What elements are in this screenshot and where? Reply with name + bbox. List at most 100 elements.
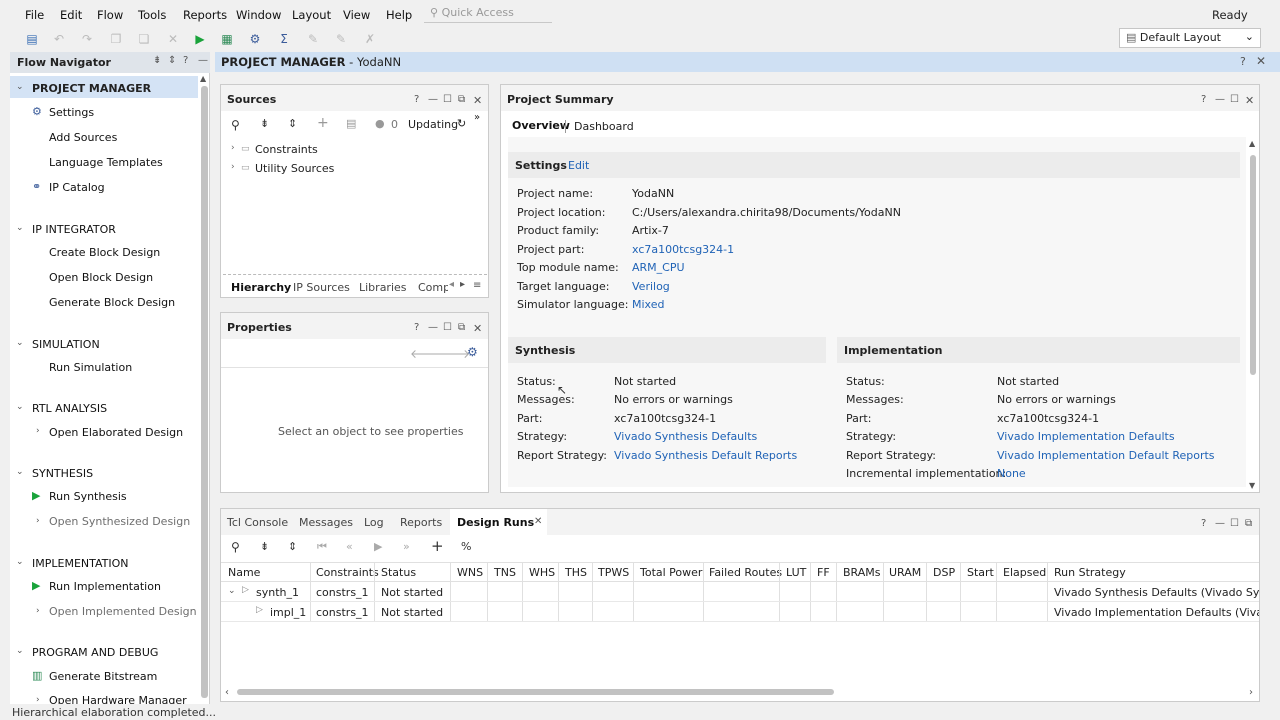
col-tpws[interactable]: TPWS <box>598 566 629 579</box>
horizontal-scrollbar-thumb[interactable] <box>237 689 834 695</box>
menu-file[interactable]: File <box>25 8 44 22</box>
tab-reports[interactable]: Reports <box>400 516 442 529</box>
add-run-icon[interactable]: + <box>431 537 444 555</box>
tab-ip-sources[interactable]: IP Sources <box>293 281 350 294</box>
flow-section-implementation[interactable]: IMPLEMENTATION <box>32 557 129 570</box>
expand-all-icon[interactable]: ⇕ <box>168 55 176 66</box>
restore-icon[interactable]: ☐ <box>1230 94 1239 105</box>
col-wns[interactable]: WNS <box>457 566 483 579</box>
sigma-icon[interactable]: Σ <box>276 31 292 47</box>
col-uram[interactable]: URAM <box>889 566 921 579</box>
scrollbar-thumb[interactable] <box>201 86 208 698</box>
help-icon[interactable]: ? <box>414 322 419 333</box>
flow-item-settings[interactable]: Settings <box>49 106 94 119</box>
col-run-strategy[interactable]: Run Strategy <box>1054 566 1126 579</box>
synthesis-strategy-link[interactable]: Vivado Synthesis Defaults <box>614 430 757 443</box>
flow-section-rtl-analysis[interactable]: RTL ANALYSIS <box>32 402 107 415</box>
menu-tools[interactable]: Tools <box>138 8 166 22</box>
flow-section-ip-integrator[interactable]: IP INTEGRATOR <box>32 223 116 236</box>
edit-icon[interactable]: ✎ <box>333 31 349 47</box>
close-tab-icon[interactable]: ✕ <box>534 516 542 527</box>
tab-scroll-left-icon[interactable]: ◂ <box>449 279 454 290</box>
minimize-icon[interactable]: — <box>198 55 208 66</box>
expand-all-icon[interactable]: ⇕ <box>288 117 297 130</box>
scroll-up-icon[interactable]: ▲ <box>200 74 206 83</box>
copy-icon[interactable]: ❐ <box>108 31 124 47</box>
flow-item-ip-catalog[interactable]: IP Catalog <box>49 181 105 194</box>
tab-dashboard[interactable]: Dashboard <box>574 120 634 133</box>
tab-tcl-console[interactable]: Tcl Console <box>227 516 288 529</box>
flow-item-add-sources[interactable]: Add Sources <box>49 131 117 144</box>
percent-icon[interactable]: % <box>461 540 471 553</box>
menu-layout[interactable]: Layout <box>292 8 331 22</box>
flow-item-language-templates[interactable]: Language Templates <box>49 156 163 169</box>
minimize-icon[interactable]: — <box>428 94 438 105</box>
report-icon[interactable]: ▤ <box>346 117 356 130</box>
help-icon[interactable]: ? <box>414 94 419 105</box>
scroll-up-icon[interactable]: ▲ <box>1249 139 1255 148</box>
col-name[interactable]: Name <box>228 566 260 579</box>
settings-gear-icon[interactable]: ⚙ <box>247 31 263 47</box>
menu-reports[interactable]: Reports <box>183 8 227 22</box>
search-icon[interactable]: ⚲ <box>231 540 240 554</box>
previous-icon[interactable]: « <box>346 540 353 553</box>
open-project-icon[interactable]: ▤ <box>24 31 40 47</box>
paste-icon[interactable]: ❏ <box>136 31 152 47</box>
menu-view[interactable]: View <box>343 8 370 22</box>
tab-log[interactable]: Log <box>364 516 384 529</box>
minimize-icon[interactable]: — <box>1215 518 1225 529</box>
flow-item-open-synthesized-design[interactable]: Open Synthesized Design <box>49 515 190 528</box>
flow-section-project-manager[interactable]: ⌄ PROJECT MANAGER <box>10 76 198 98</box>
next-icon[interactable]: » <box>403 540 410 553</box>
flow-item-create-block-design[interactable]: Create Block Design <box>49 246 160 259</box>
quick-access-input[interactable]: ⚲ Quick Access <box>424 4 552 23</box>
tree-item-utility-sources[interactable]: Utility Sources <box>255 162 334 175</box>
minimize-icon[interactable]: — <box>428 322 438 333</box>
menu-help[interactable]: Help <box>386 8 412 22</box>
tab-messages[interactable]: Messages <box>299 516 353 529</box>
summary-scrollbar-thumb[interactable] <box>1250 155 1256 375</box>
expand-all-icon[interactable]: ⇕ <box>288 540 297 553</box>
tab-compile-order[interactable]: Comp <box>418 281 448 294</box>
menu-flow[interactable]: Flow <box>97 8 123 22</box>
scroll-right-icon[interactable]: › <box>1249 687 1253 698</box>
collapse-all-icon[interactable]: ⇟ <box>153 55 161 66</box>
col-start[interactable]: Start <box>967 566 994 579</box>
redo-icon[interactable]: ↷ <box>79 31 95 47</box>
collapse-all-icon[interactable]: ⇟ <box>260 540 269 553</box>
help-icon[interactable]: ? <box>1240 55 1246 68</box>
flow-item-run-simulation[interactable]: Run Simulation <box>49 361 132 374</box>
restore-icon[interactable]: ☐ <box>443 94 452 105</box>
col-elapsed[interactable]: Elapsed <box>1003 566 1046 579</box>
tab-design-runs[interactable]: Design Runs <box>457 516 534 529</box>
help-icon[interactable]: ? <box>1201 94 1206 105</box>
delete-icon[interactable]: ✕ <box>165 31 181 47</box>
flow-item-open-implemented-design[interactable]: Open Implemented Design <box>49 605 197 618</box>
setting-link-target-language[interactable]: Verilog <box>632 280 670 293</box>
setting-link-top-module[interactable]: ARM_CPU <box>632 261 685 274</box>
flow-item-open-block-design[interactable]: Open Block Design <box>49 271 153 284</box>
col-ths[interactable]: THS <box>565 566 587 579</box>
tab-scroll-right-icon[interactable]: ▸ <box>460 279 465 290</box>
flow-item-open-hardware-manager[interactable]: Open Hardware Manager <box>49 694 187 704</box>
layout-select[interactable]: ▤ Default Layout ⌄ <box>1119 28 1261 48</box>
flow-item-open-elaborated-design[interactable]: Open Elaborated Design <box>49 426 183 439</box>
flow-section-program-and-debug[interactable]: PROGRAM AND DEBUG <box>32 646 158 659</box>
program-device-icon[interactable]: ▦ <box>219 31 235 47</box>
col-total-power[interactable]: Total Power <box>640 566 702 579</box>
implementation-report-strategy-link[interactable]: Vivado Implementation Default Reports <box>997 449 1215 462</box>
forward-arrow-icon[interactable]: 🡒 <box>438 346 470 361</box>
col-failed-routes[interactable]: Failed Routes <box>709 566 782 579</box>
col-dsp[interactable]: DSP <box>933 566 955 579</box>
minimize-icon[interactable]: — <box>1215 94 1225 105</box>
setting-link-simulator-language[interactable]: Mixed <box>632 298 664 311</box>
maximize-icon[interactable]: ⧉ <box>458 94 465 105</box>
restore-icon[interactable]: ☐ <box>1230 518 1239 529</box>
col-whs[interactable]: WHS <box>529 566 555 579</box>
incremental-implementation-link[interactable]: None <box>997 467 1026 480</box>
col-ff[interactable]: FF <box>817 566 830 579</box>
wand-icon[interactable]: ✎ <box>305 31 321 47</box>
chevron-down-icon[interactable]: ⌄ <box>228 586 236 596</box>
col-tns[interactable]: TNS <box>494 566 516 579</box>
maximize-icon[interactable]: ⧉ <box>1245 518 1252 529</box>
